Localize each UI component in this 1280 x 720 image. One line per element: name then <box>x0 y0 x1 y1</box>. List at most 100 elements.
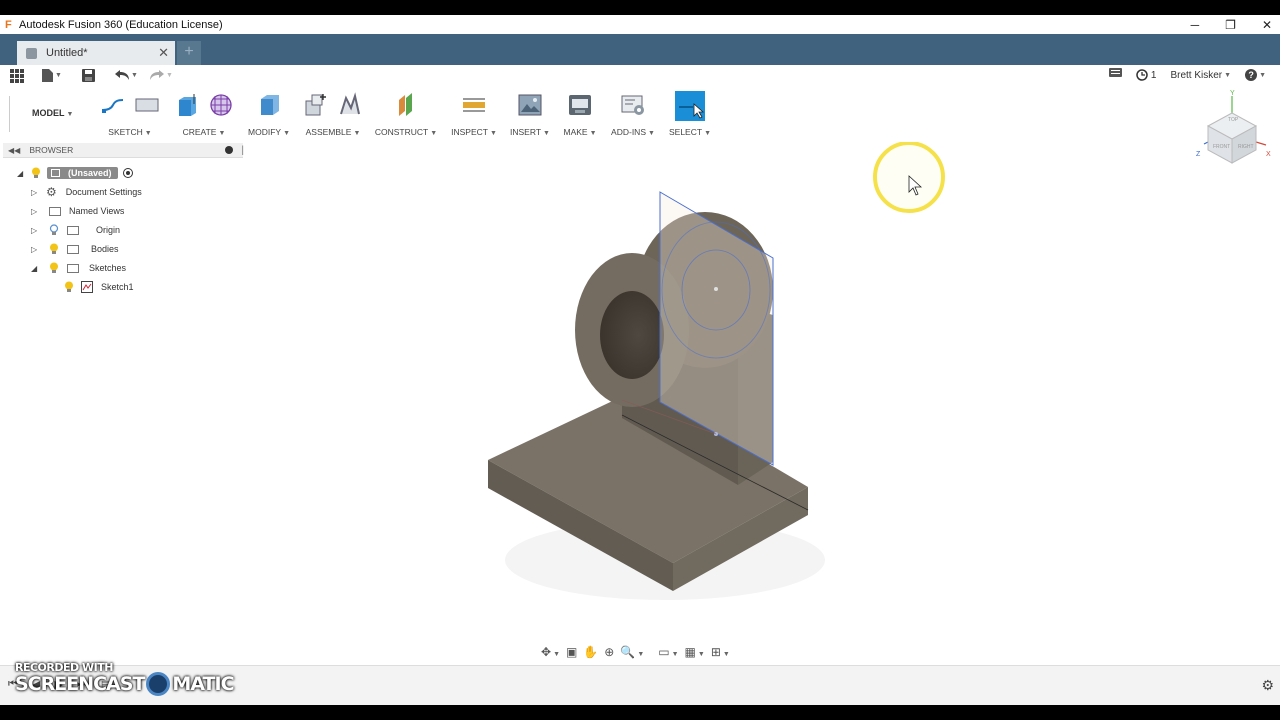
job-status[interactable]: 1 <box>1136 69 1156 81</box>
timeline-settings-gear-icon[interactable]: ⚙ <box>1261 677 1274 694</box>
expand-arrow-icon[interactable]: ◢ <box>17 169 27 178</box>
expand-arrow-icon[interactable]: ▷ <box>31 245 41 254</box>
construct-group[interactable]: CONSTRUCT ▼ <box>372 86 440 142</box>
user-account-menu[interactable]: Brett Kisker ▼ <box>1170 70 1231 81</box>
view-cube[interactable]: TOP FRONT RIGHT Y Z X <box>1194 90 1274 172</box>
select-tool-icon[interactable] <box>675 91 705 121</box>
activate-radio-icon[interactable] <box>122 168 133 178</box>
browser-node-document-settings[interactable]: ▷ ⚙ Document Settings <box>31 183 142 201</box>
sketch-icon <box>81 281 93 293</box>
stop-sketch-icon[interactable] <box>134 92 160 118</box>
workspace-switcher[interactable]: MODEL ▼ <box>32 108 73 118</box>
browser-node-label: Named Views <box>69 206 125 216</box>
minimize-button[interactable]: ─ <box>1191 18 1200 32</box>
inspect-group[interactable]: INSPECT ▼ <box>446 86 502 142</box>
close-window-button[interactable]: ✕ <box>1262 18 1272 32</box>
visibility-bulb-icon[interactable] <box>64 281 74 293</box>
browser-node-sketch1[interactable]: Sketch1 <box>64 278 134 296</box>
viewports-icon[interactable]: ⊞ ▼ <box>711 645 730 659</box>
browser-node-sketches[interactable]: ◢ Sketches <box>31 259 126 277</box>
look-at-icon[interactable]: ▣ <box>566 645 577 659</box>
help-icon: ? <box>1245 69 1258 81</box>
undo-icon[interactable]: ▼ <box>115 68 138 83</box>
window-title: Autodesk Fusion 360 (Education License) <box>19 18 223 31</box>
component-icon <box>51 169 60 177</box>
pin-browser-icon[interactable] <box>225 146 233 154</box>
browser-node-origin[interactable]: ▷ Origin <box>31 221 120 239</box>
file-menu-icon[interactable]: ▼ <box>42 68 62 83</box>
modify-group-label: MODIFY <box>248 127 282 137</box>
folder-icon <box>67 225 79 235</box>
press-pull-icon[interactable] <box>256 92 282 118</box>
letterbox-bottom <box>0 705 1280 720</box>
browser-node-label: Bodies <box>91 244 119 254</box>
data-panel-grid-icon[interactable] <box>10 68 24 83</box>
expand-arrow-icon[interactable]: ▷ <box>31 226 41 235</box>
3d-viewport[interactable]: TOP FRONT RIGHT Y Z X <box>0 90 1280 665</box>
collapse-arrow-icon[interactable]: ◢ <box>31 264 41 273</box>
new-tab-button[interactable]: + <box>177 41 201 65</box>
restore-button[interactable]: ❐ <box>1225 18 1236 32</box>
folder-icon <box>49 206 61 216</box>
measure-icon[interactable] <box>461 92 487 118</box>
document-tab[interactable]: Untitled* ✕ <box>17 41 175 65</box>
zoom-icon[interactable]: ⊕ <box>604 645 614 659</box>
workspace-name: MODEL <box>32 108 65 118</box>
assemble-group[interactable]: ASSEMBLE ▼ <box>300 86 366 142</box>
model-canvas[interactable] <box>0 141 1280 665</box>
offset-plane-icon[interactable] <box>393 92 419 118</box>
browser-panel-header[interactable]: ◀◀ BROWSER ▕ <box>3 143 243 158</box>
browser-resize-handle[interactable]: ▕ <box>237 146 243 155</box>
form-icon[interactable] <box>208 92 234 118</box>
joint-icon[interactable] <box>337 92 363 118</box>
visibility-bulb-icon[interactable] <box>49 262 59 274</box>
root-component-badge[interactable]: (Unsaved) <box>47 167 118 179</box>
add-ins-group[interactable]: ADD-INS ▼ <box>608 86 658 142</box>
sketch-center-point[interactable] <box>714 287 718 291</box>
fit-icon[interactable]: 🔍 ▼ <box>620 645 644 659</box>
root-component-name: (Unsaved) <box>68 168 112 178</box>
make-group[interactable]: MAKE ▼ <box>558 86 602 142</box>
collapse-browser-icon[interactable]: ◀◀ <box>8 146 20 155</box>
extrude-icon[interactable] <box>174 92 200 118</box>
sketch-group[interactable]: SKETCH ▼ <box>96 86 164 142</box>
grid-snaps-icon[interactable]: ▦ ▼ <box>685 645 705 659</box>
create-group-label: CREATE <box>182 127 217 137</box>
scripts-addins-icon[interactable] <box>620 92 646 118</box>
notifications-icon[interactable] <box>1108 68 1122 82</box>
visibility-bulb-icon[interactable] <box>49 243 59 255</box>
insert-group[interactable]: INSERT ▼ <box>508 86 552 142</box>
insert-image-icon[interactable] <box>517 92 543 118</box>
expand-arrow-icon[interactable]: ▷ <box>31 188 41 197</box>
browser-node-bodies[interactable]: ▷ Bodies <box>31 240 119 258</box>
save-icon[interactable] <box>82 68 95 83</box>
view-cube-right-label: RIGHT <box>1238 144 1254 150</box>
close-tab-icon[interactable]: ✕ <box>158 45 169 61</box>
select-group[interactable]: SELECT ▼ <box>664 86 716 142</box>
new-component-icon[interactable] <box>303 92 329 118</box>
visibility-bulb-off-icon[interactable] <box>49 224 59 236</box>
create-sketch-icon[interactable] <box>100 92 126 118</box>
pan-icon[interactable]: ✋ <box>583 645 598 659</box>
x-axis-label: X <box>1266 151 1271 158</box>
window-titlebar: F Autodesk Fusion 360 (Education License… <box>0 15 1280 34</box>
modify-group[interactable]: MODIFY ▼ <box>244 86 294 142</box>
browser-root-node[interactable]: ◢ (Unsaved) <box>17 164 133 182</box>
view-cube-top-label: TOP <box>1228 117 1239 123</box>
display-settings-icon[interactable]: ▭ ▼ <box>658 645 678 659</box>
create-group[interactable]: CREATE ▼ <box>170 86 238 142</box>
3d-print-icon[interactable] <box>567 92 593 118</box>
y-axis-label: Y <box>1230 90 1235 97</box>
add-ins-group-label: ADD-INS <box>611 127 646 137</box>
assemble-group-label: ASSEMBLE <box>305 127 352 137</box>
visibility-bulb-icon[interactable] <box>31 167 41 179</box>
document-tab-bar: Untitled* ✕ + <box>0 34 1280 65</box>
expand-arrow-icon[interactable]: ▷ <box>31 207 41 216</box>
screencast-logo-icon <box>146 672 171 696</box>
redo-icon[interactable]: ▼ <box>150 68 173 83</box>
document-tab-name: Untitled* <box>46 47 88 59</box>
user-name: Brett Kisker <box>1170 69 1223 81</box>
browser-node-named-views[interactable]: ▷ Named Views <box>31 202 124 220</box>
orbit-icon[interactable]: ✥ ▼ <box>541 645 560 659</box>
help-menu[interactable]: ? ▼ <box>1245 69 1266 81</box>
